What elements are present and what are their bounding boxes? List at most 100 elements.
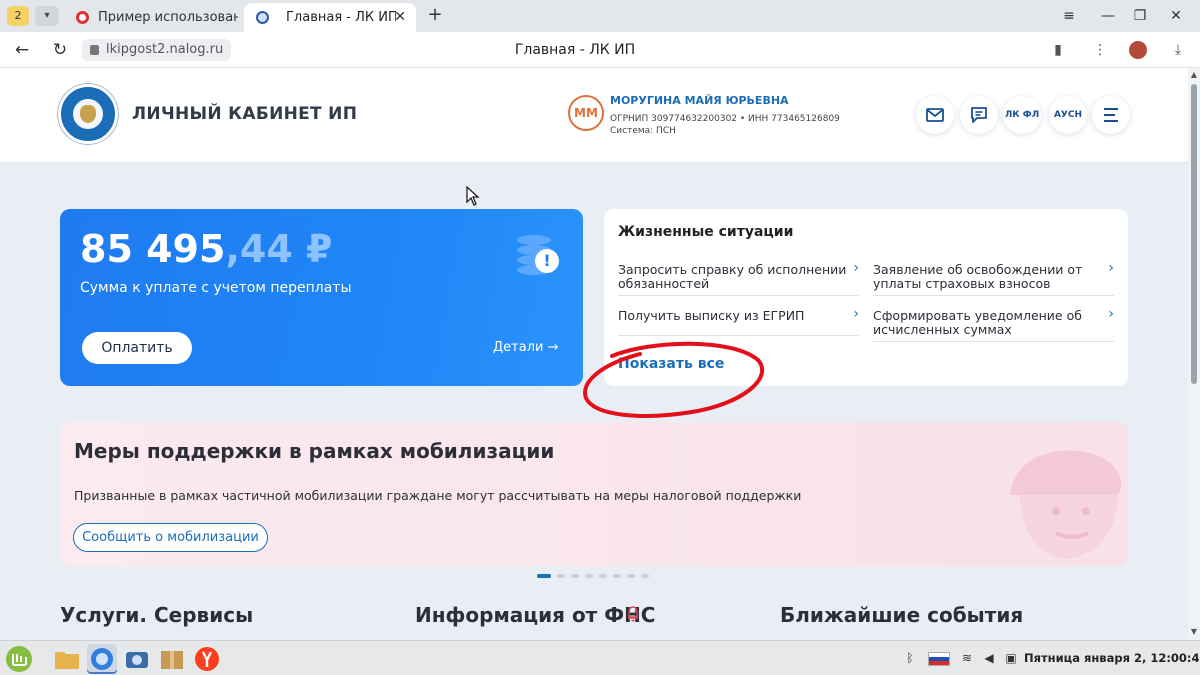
url-field[interactable]: lkipgost2.nalog.ru [82, 39, 232, 61]
reload-icon: ↻ [52, 40, 68, 60]
browser-menu-button[interactable]: ≡ [1057, 6, 1081, 26]
lock-icon [90, 45, 99, 55]
plus-icon: + [427, 4, 443, 25]
user-name[interactable]: МОРУГИНА МАЙЯ ЮРЬЕВНА [610, 94, 789, 107]
close-icon: ✕ [1170, 8, 1182, 24]
chat-button[interactable] [960, 96, 998, 134]
os-taskbar: ᛒ ≋ ◀ ▣ Пятница января 2, 12:00:41 [0, 640, 1200, 675]
user-ogrnip-inn: ОГРНИП 309774632200302 • ИНН 77346512680… [610, 114, 840, 124]
carousel-dot[interactable] [627, 574, 635, 578]
chevron-right-icon: › [853, 260, 859, 276]
soldier-illustration [1010, 450, 1122, 559]
messages-button[interactable] [916, 96, 954, 134]
files-app-button[interactable] [52, 644, 82, 674]
scroll-down-icon[interactable]: ▼ [1190, 628, 1198, 636]
tab-close-icon[interactable]: ✕ [394, 3, 406, 32]
user-tax-system: Система: ПСН [610, 126, 676, 136]
bell-icon[interactable] [626, 606, 640, 622]
page-scrollbar[interactable]: ▲ ▼ [1188, 68, 1200, 640]
main-menu-button[interactable] [1092, 96, 1130, 134]
reload-button[interactable]: ↻ [48, 38, 72, 62]
chevron-down-icon: ▾ [44, 10, 50, 21]
tab-example[interactable]: Пример использования К [64, 3, 240, 32]
wifi-icon[interactable]: ≋ [960, 651, 974, 665]
promo-title: Меры поддержки в рамках мобилизации [74, 439, 555, 463]
life-item-egrip-extract[interactable]: Получить выписку из ЕГРИП › [618, 306, 859, 336]
more-icon: ⋮ [1093, 42, 1107, 58]
report-mobilization-button[interactable]: Сообщить о мобилизации [73, 523, 268, 552]
eagle-icon [80, 105, 96, 123]
browser-app-button[interactable] [87, 644, 117, 674]
ausn-button[interactable]: АУСН [1049, 96, 1087, 134]
screenshot-app-button[interactable] [122, 644, 152, 674]
carousel-dot[interactable] [537, 574, 551, 578]
tabs-dropdown-button[interactable]: ▾ [35, 6, 59, 26]
user-meta: ОГРНИП 309774632200302 • ИНН 77346512680… [610, 113, 840, 137]
package-icon [161, 651, 183, 669]
mint-logo-icon [6, 646, 32, 672]
site-name[interactable]: ЛИЧНЫЙ КАБИНЕТ ИП [132, 104, 357, 124]
mail-icon [926, 108, 944, 122]
bookmark-button[interactable]: ▮ [1046, 38, 1070, 62]
camera-icon [126, 652, 148, 668]
download-icon: ⤓ [1174, 42, 1182, 58]
lk-fl-button[interactable]: ЛК ФЛ [1003, 96, 1041, 134]
balance-card[interactable]: 85 495,44 ₽ Сумма к уплате с учетом пере… [60, 209, 583, 386]
close-window-button[interactable]: ✕ [1164, 6, 1188, 26]
volume-icon[interactable]: ◀ [982, 651, 996, 665]
carousel-dot[interactable] [613, 574, 621, 578]
user-avatar[interactable]: ММ [568, 95, 604, 131]
amount-main: 85 495 [80, 227, 226, 271]
life-item-certificate[interactable]: Запросить справку об исполнении обязанно… [618, 260, 859, 296]
details-link[interactable]: Детали → [493, 340, 558, 355]
tab-counter[interactable]: 2 [7, 6, 29, 26]
scroll-thumb[interactable] [1191, 84, 1197, 384]
chevron-right-icon: › [1108, 260, 1114, 276]
carousel-dot[interactable] [557, 574, 565, 578]
yandex-logo-icon [195, 647, 219, 671]
life-item-label: Запросить справку об исполнении обязанно… [618, 262, 847, 291]
carousel-dot[interactable] [571, 574, 579, 578]
life-item-exemption[interactable]: Заявление об освобождении от уплаты стра… [873, 260, 1114, 296]
fns-emblem-logo[interactable] [58, 84, 118, 144]
fns-info-heading: Информация от ФНС [415, 603, 656, 627]
coins-alert-icon: ! [515, 231, 565, 281]
back-button[interactable]: ← [10, 38, 34, 62]
amount-caption: Сумма к уплате с учетом переплаты [80, 280, 352, 296]
downloads-button[interactable]: ⤓ [1166, 38, 1190, 62]
events-heading: Ближайшие события [780, 603, 1024, 627]
clock[interactable]: Пятница января 2, 12:00:41 [1024, 641, 1200, 675]
life-item-notification[interactable]: Сформировать уведомление об исчисленных … [873, 306, 1114, 342]
carousel-dot[interactable] [641, 574, 649, 578]
tab-main-lk-ip[interactable]: Главная - ЛК ИП ✕ [244, 3, 416, 32]
address-page-title: Главная - ЛК ИП [514, 42, 636, 58]
promo-text: Призванные в рамках частичной мобилизаци… [74, 488, 802, 503]
minimize-button[interactable]: — [1096, 6, 1120, 26]
carousel-dot[interactable] [599, 574, 607, 578]
yandex-app-button[interactable] [192, 644, 222, 674]
profile-avatar[interactable] [1129, 41, 1147, 59]
chevron-right-icon: › [1108, 306, 1114, 322]
scroll-up-icon[interactable]: ▲ [1190, 71, 1198, 79]
more-button[interactable]: ⋮ [1088, 38, 1112, 62]
hamburger-icon: ≡ [1063, 8, 1075, 24]
chevron-right-icon: › [853, 306, 859, 322]
life-item-label: Заявление об освобождении от уплаты стра… [873, 262, 1083, 291]
mint-menu-button[interactable] [4, 644, 34, 674]
carousel-dot[interactable] [585, 574, 593, 578]
services-heading: Услуги. Сервисы [60, 603, 254, 627]
restore-icon: ❐ [1133, 8, 1147, 24]
keyboard-layout-flag-icon[interactable] [928, 652, 950, 666]
new-tab-button[interactable]: + [424, 4, 446, 26]
archive-app-button[interactable] [157, 644, 187, 674]
red-annotation-circle [583, 341, 765, 418]
restore-button[interactable]: ❐ [1128, 6, 1152, 26]
notifications-icon[interactable]: ▣ [1004, 651, 1018, 665]
pay-button[interactable]: Оплатить [82, 332, 192, 364]
tab-favicon-icon [76, 11, 89, 24]
url-text: lkipgost2.nalog.ru [106, 42, 224, 57]
bluetooth-icon[interactable]: ᛒ [903, 651, 917, 665]
browser-tab-bar: 2 ▾ Пример использования К Главная - ЛК … [0, 0, 1200, 32]
back-arrow-icon: ← [14, 40, 30, 60]
folder-icon [55, 652, 79, 669]
